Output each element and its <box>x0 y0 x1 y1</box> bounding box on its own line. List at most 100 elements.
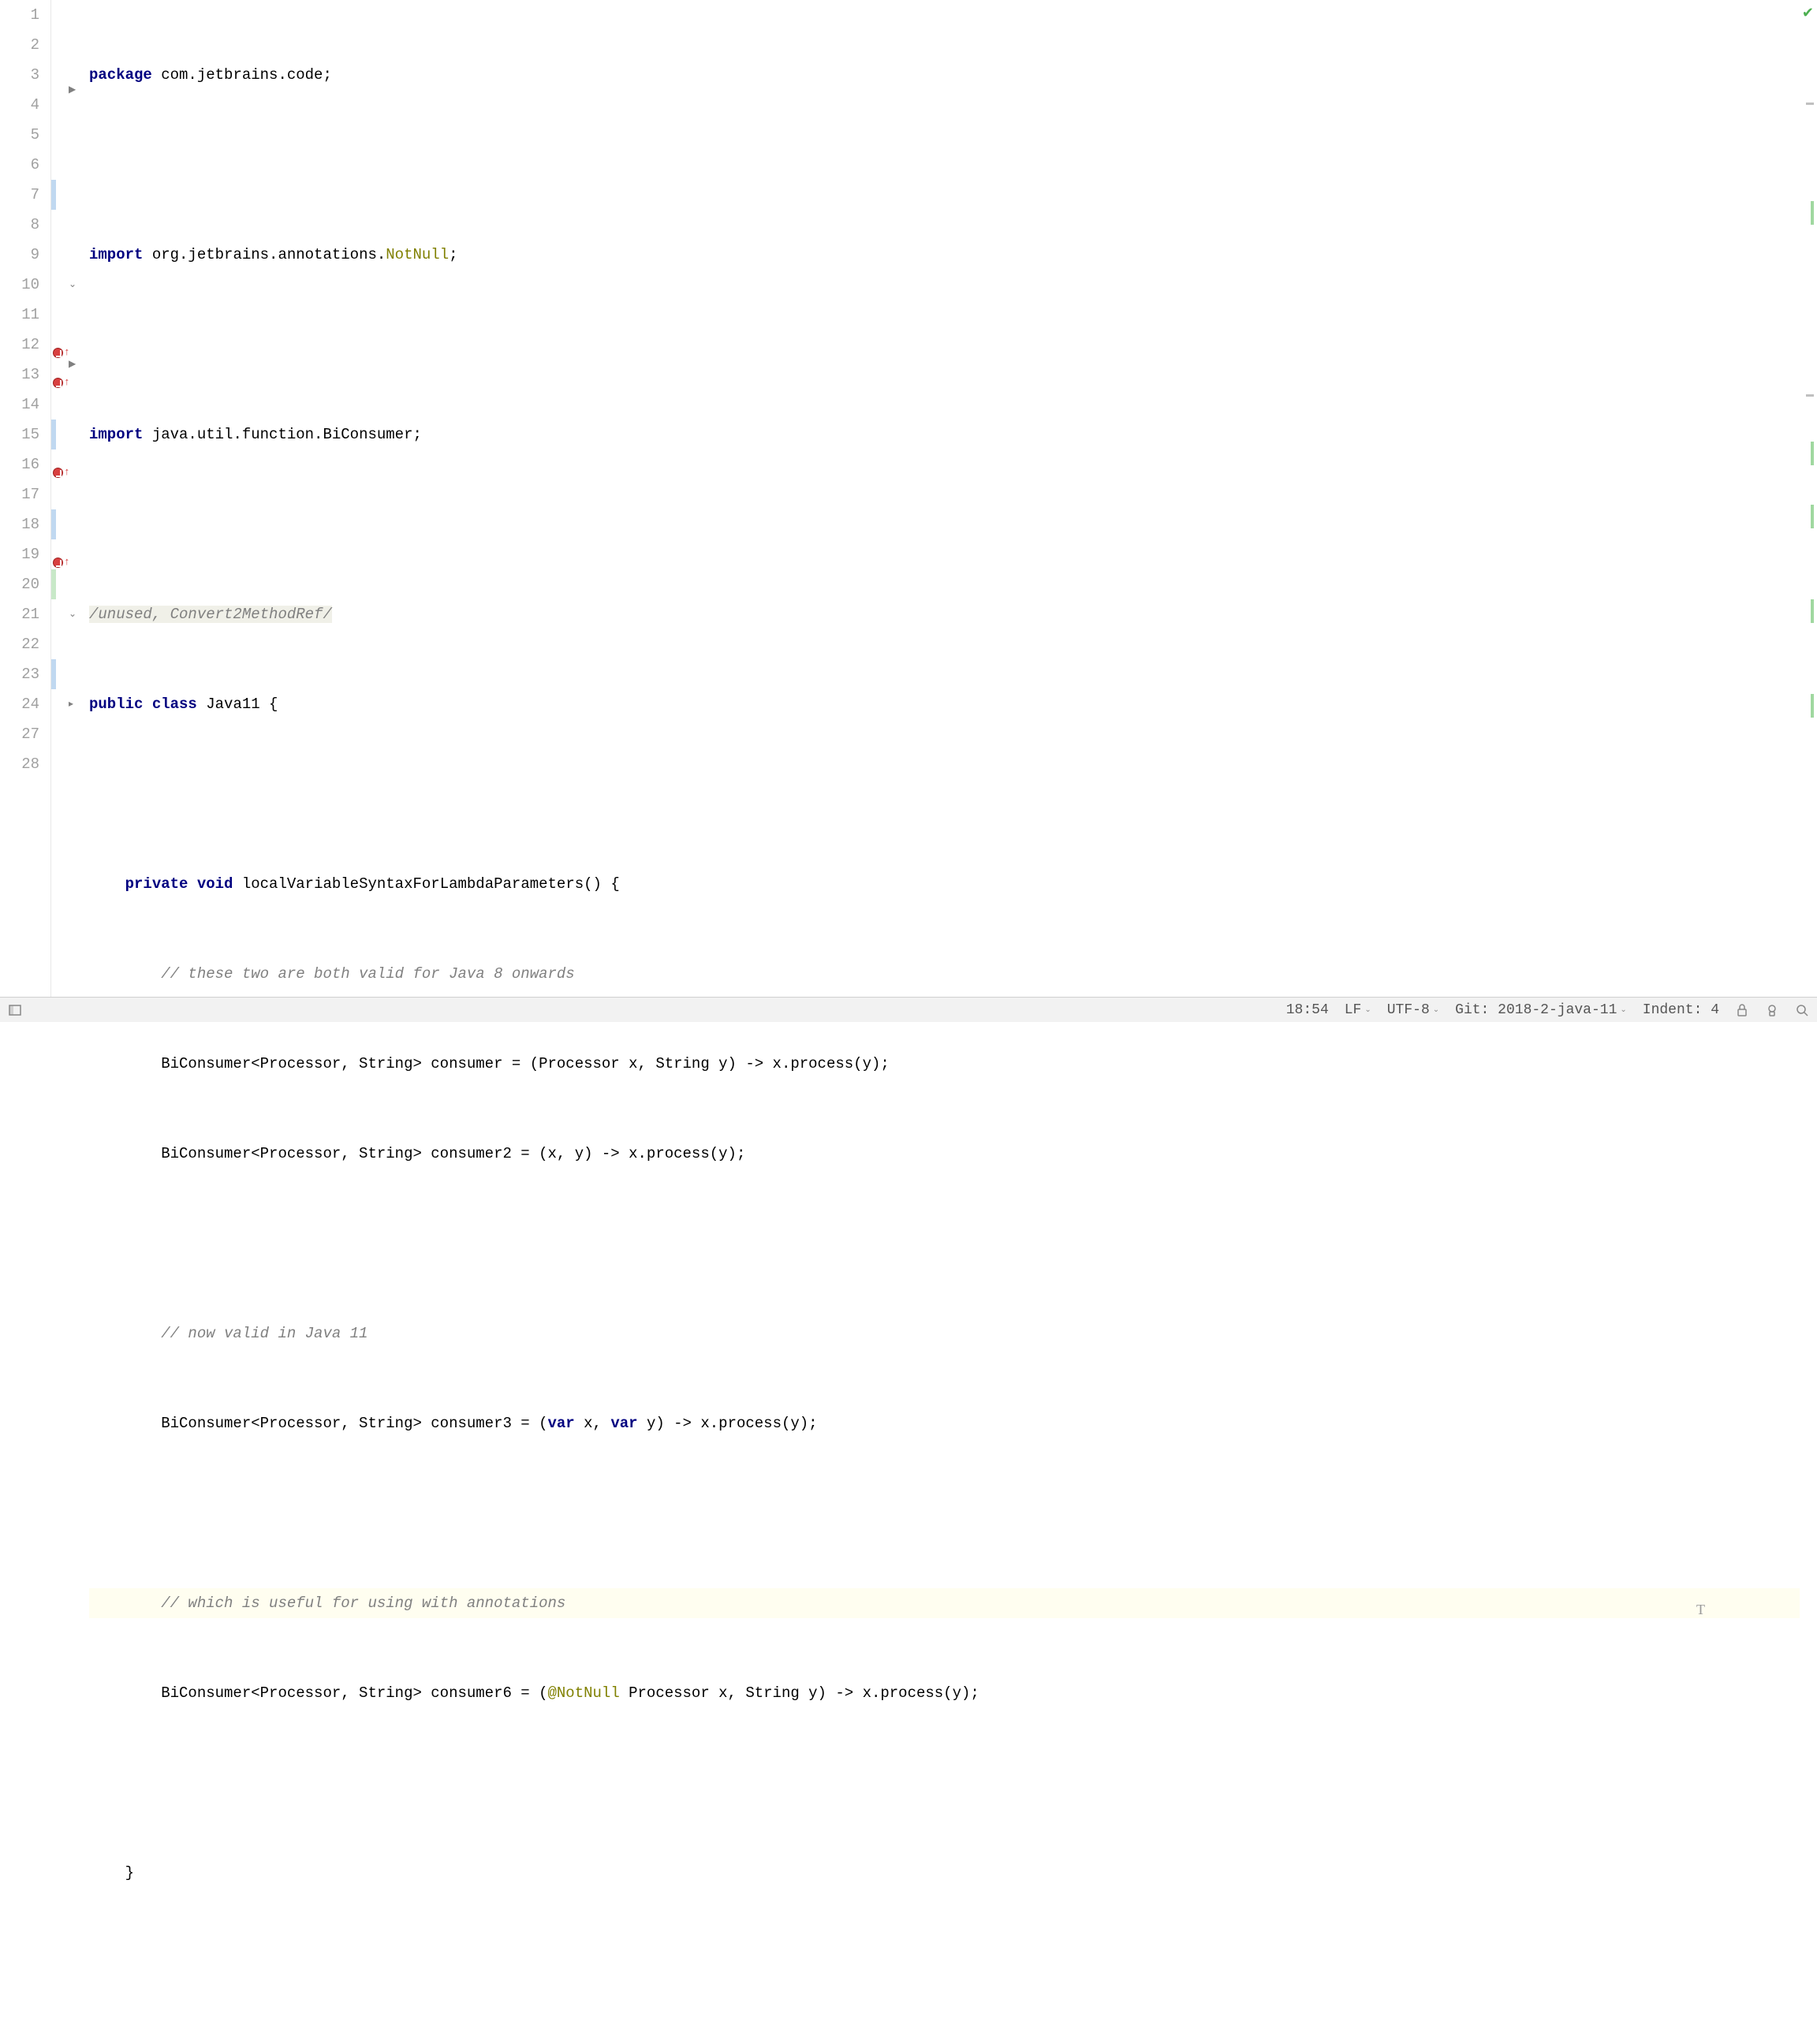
comment: // which is useful for using with annota… <box>161 1595 565 1612</box>
tool-window-button-icon[interactable] <box>8 1003 22 1017</box>
code-line: BiConsumer<Processor, String> consumer =… <box>89 1049 1800 1079</box>
line-number[interactable]: 16 <box>0 449 39 479</box>
code-line <box>89 1229 1800 1259</box>
dropdown-icon: ⌄ <box>1433 1005 1439 1015</box>
line-number[interactable]: 8 <box>0 210 39 240</box>
hector-inspector-icon[interactable] <box>1765 1003 1779 1017</box>
code-text: Java11 { <box>197 696 278 713</box>
line-number[interactable]: 15 <box>0 420 39 449</box>
code-line: BiConsumer<Processor, String> consumer6 … <box>89 1678 1800 1708</box>
implements-method-icon[interactable]: ↑ <box>53 367 67 382</box>
caret-indicator-icon: T <box>1696 1595 1705 1624</box>
code-text: BiConsumer<Processor, String> consumer =… <box>161 1055 890 1072</box>
inspection-status-ok-icon[interactable]: ✔ <box>1802 5 1814 22</box>
indent-settings[interactable]: Indent: 4 <box>1643 1002 1719 1018</box>
keyword: package <box>89 66 152 84</box>
line-number[interactable]: 27 <box>0 719 39 749</box>
fold-expand-icon[interactable]: ▶ <box>69 75 76 105</box>
code-line: BiConsumer<Processor, String> consumer2 … <box>89 1139 1800 1169</box>
fold-collapse-icon[interactable]: ⌄ <box>69 270 76 300</box>
line-number[interactable]: 5 <box>0 120 39 150</box>
implements-method-icon[interactable]: ↑ <box>53 457 67 472</box>
change-stripe-marker[interactable] <box>1811 201 1814 225</box>
code-text: x, <box>575 1415 611 1432</box>
change-stripe-marker[interactable] <box>1811 442 1814 465</box>
line-number[interactable]: 17 <box>0 479 39 509</box>
line-number[interactable]: 28 <box>0 749 39 779</box>
git-branch-selector[interactable]: Git: 2018-2-java-11 ⌄ <box>1455 1002 1627 1018</box>
cursor-position[interactable]: 18:54 <box>1286 1002 1329 1018</box>
code-line <box>89 1768 1800 1798</box>
error-stripe-gutter[interactable]: ✔ <box>1800 0 1817 997</box>
line-number[interactable]: 18 <box>0 509 39 539</box>
code-text: Processor x, String y) -> x.process(y); <box>620 1684 979 1702</box>
line-number[interactable]: 13 <box>0 360 39 390</box>
code-line: private void localVariableSyntaxForLambd… <box>89 869 1800 899</box>
keyword: import <box>89 246 143 263</box>
keyword: public <box>89 696 143 713</box>
change-stripe-marker[interactable] <box>1811 599 1814 623</box>
implements-method-icon[interactable]: ↑ <box>53 338 67 352</box>
line-number[interactable]: 14 <box>0 390 39 420</box>
lock-icon[interactable] <box>1735 1003 1749 1017</box>
change-marker <box>51 509 56 539</box>
code-line: // these two are both valid for Java 8 o… <box>89 959 1800 989</box>
keyword: class <box>152 696 197 713</box>
keyword: var <box>548 1415 575 1432</box>
error-stripe-marker[interactable] <box>1806 394 1814 397</box>
code-text: org.jetbrains.annotations. <box>143 246 386 263</box>
line-number[interactable]: 24 <box>0 689 39 719</box>
suppressed-warning: /unused, Convert2MethodRef/ <box>89 606 332 623</box>
code-text: BiConsumer<Processor, String> consumer6 … <box>161 1684 547 1702</box>
line-number[interactable]: 10 <box>0 270 39 300</box>
code-text: BiConsumer<Processor, String> consumer3 … <box>161 1415 547 1432</box>
line-number[interactable]: 12 <box>0 330 39 360</box>
line-number[interactable]: 1 <box>0 0 39 30</box>
line-number-gutter[interactable]: 1 2 3 4 5 6 7 8 9 10 11 12 13 14 15 16 1… <box>0 0 51 997</box>
line-number[interactable]: 4 <box>0 90 39 120</box>
code-text: localVariableSyntaxForLambdaParameters()… <box>233 875 619 893</box>
code-line: @FunctionalInterface <box>89 2038 1800 2044</box>
line-number[interactable]: 21 <box>0 599 39 629</box>
line-number[interactable]: 6 <box>0 150 39 180</box>
line-number[interactable]: 20 <box>0 569 39 599</box>
change-stripe-marker[interactable] <box>1811 505 1814 528</box>
line-number[interactable]: 3 <box>0 60 39 90</box>
line-number[interactable]: 19 <box>0 539 39 569</box>
editor-container: 1 2 3 4 5 6 7 8 9 10 11 12 13 14 15 16 1… <box>0 0 1817 997</box>
code-text: y) -> x.process(y); <box>638 1415 818 1432</box>
implements-method-icon[interactable]: ↑ <box>53 547 67 561</box>
fold-collapse-icon[interactable]: ⌄ <box>69 599 76 629</box>
line-ending-selector[interactable]: LF ⌄ <box>1345 1002 1371 1018</box>
code-line: import java.util.function.BiConsumer; <box>89 420 1800 449</box>
change-marker <box>51 180 56 210</box>
keyword: private <box>125 875 188 893</box>
comment: // now valid in Java 11 <box>161 1325 368 1342</box>
line-number[interactable]: 7 <box>0 180 39 210</box>
status-bar: 18:54 LF ⌄ UTF-8 ⌄ Git: 2018-2-java-11 ⌄… <box>0 997 1817 1022</box>
code-line <box>89 1948 1800 1978</box>
comment: // these two are both valid for Java 8 o… <box>161 965 575 983</box>
fold-expand-icon[interactable]: ▸ <box>69 689 73 719</box>
annotation-ref: NotNull <box>386 246 449 263</box>
change-marker <box>51 659 56 689</box>
line-number[interactable]: 9 <box>0 240 39 270</box>
line-number[interactable]: 23 <box>0 659 39 689</box>
code-line: BiConsumer<Processor, String> consumer3 … <box>89 1408 1800 1438</box>
code-line: // now valid in Java 11 <box>89 1319 1800 1348</box>
keyword: import <box>89 426 143 443</box>
line-number[interactable]: 11 <box>0 300 39 330</box>
code-editor[interactable]: package com.jetbrains.code; import org.j… <box>83 0 1800 997</box>
keyword: var <box>610 1415 637 1432</box>
code-text: } <box>125 1864 134 1882</box>
gutter-icons: ▶ ⌄ ▶ ⌄ ▸ ↑ ↑ ↑ ↑ <box>51 0 83 997</box>
memory-indicator-icon[interactable] <box>1795 1003 1809 1017</box>
error-stripe-marker[interactable] <box>1806 103 1814 105</box>
encoding-selector[interactable]: UTF-8 ⌄ <box>1387 1002 1439 1018</box>
change-stripe-marker[interactable] <box>1811 694 1814 718</box>
code-text: java.util.function.BiConsumer; <box>143 426 421 443</box>
annotation: @NotNull <box>548 1684 620 1702</box>
code-line: package com.jetbrains.code; <box>89 60 1800 90</box>
line-number[interactable]: 22 <box>0 629 39 659</box>
line-number[interactable]: 2 <box>0 30 39 60</box>
